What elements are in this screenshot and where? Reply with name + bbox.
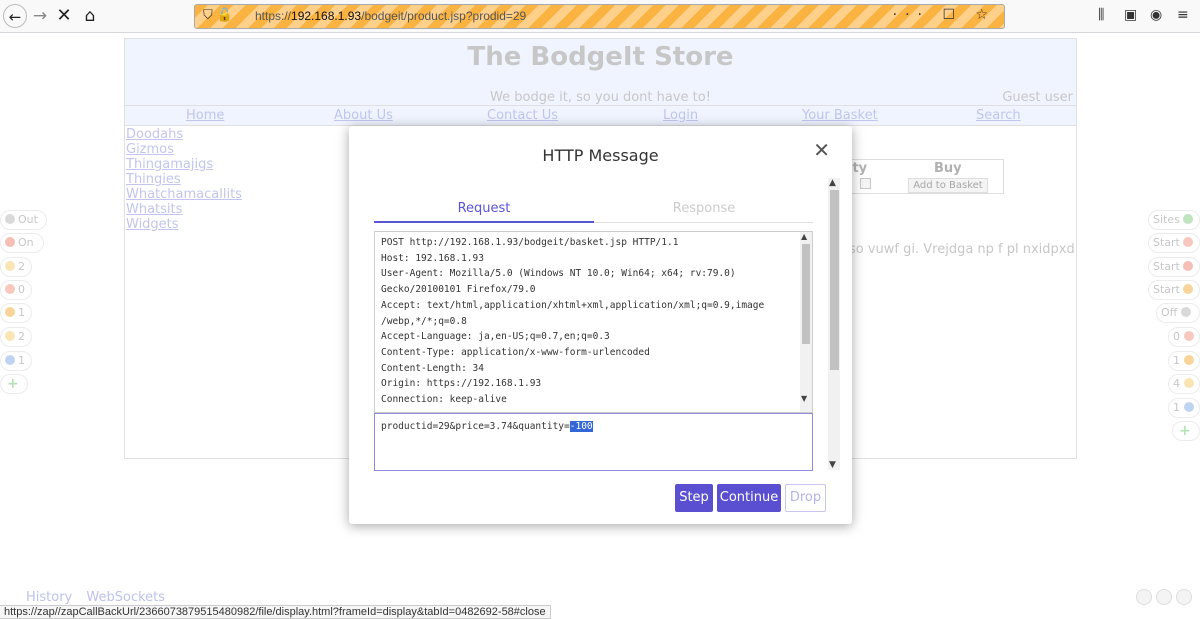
scroll-up-icon[interactable]: ▲ — [801, 232, 807, 241]
close-icon[interactable]: ✕ — [813, 138, 830, 162]
header-line: Accept-Language: ja,en-US;q=0.7,en;q=0.3 — [381, 331, 610, 343]
message-tabs: Request Response — [374, 201, 813, 223]
dialog-scrollbar[interactable]: ▲ ▼ — [828, 178, 840, 470]
request-body-textarea[interactable]: productid=29&price=3.74&quantity=-100 — [374, 413, 813, 471]
header-line: Content-Type: application/x-www-form-url… — [381, 346, 650, 358]
library-icon[interactable]: ⫼ — [1098, 7, 1104, 23]
forward-arrow-icon[interactable]: → — [28, 4, 52, 28]
header-line: User-Agent: Mozilla/5.0 (Windows NT 10.0… — [381, 268, 736, 280]
scroll-up-icon[interactable]: ▲ — [829, 178, 836, 188]
url-bar[interactable]: ⛉ 🔓 https://192.168.1.93/bodgeit/product… — [194, 4, 1005, 29]
http-message-dialog: HTTP Message ✕ Request Response POST htt… — [349, 126, 852, 524]
scroll-thumb[interactable] — [802, 244, 810, 344]
status-bar: https://zap//zapCallBackUrl/236607387951… — [0, 605, 551, 619]
security-icon: ⛉ 🔓 — [203, 8, 234, 23]
browser-toolbar: ← → ✕ ⌂ ⛉ 🔓 https://192.168.1.93/bodgeit… — [0, 0, 1200, 33]
drop-button[interactable]: Drop — [785, 484, 826, 512]
sidebar-icon[interactable]: ▣ — [1124, 7, 1137, 23]
continue-button[interactable]: Continue — [717, 484, 781, 512]
url-text[interactable]: https://192.168.1.93/bodgeit/product.jsp… — [255, 9, 526, 23]
step-button[interactable]: Step — [675, 484, 713, 512]
page-actions-icon[interactable]: ··· ☐ ☆ — [893, 7, 996, 23]
header-line: Gecko/20100101 Firefox/79.0 — [381, 284, 536, 296]
scroll-thumb[interactable] — [830, 190, 839, 370]
header-line: Host: 192.168.1.93 — [381, 252, 484, 264]
selected-text: -100 — [569, 421, 593, 432]
stop-icon[interactable]: ✕ — [52, 4, 76, 28]
menu-icon[interactable]: ≡ — [1177, 7, 1189, 23]
scroll-down-icon[interactable]: ▼ — [801, 394, 807, 403]
request-body-text: productid=29&price=3.74&quantity=-100 — [381, 421, 593, 432]
scroll-down-icon[interactable]: ▼ — [829, 460, 836, 470]
header-line: Accept: text/html,application/xhtml+xml,… — [381, 299, 765, 311]
header-line: /webp,*/*;q=0.8 — [381, 315, 467, 327]
header-line: POST http://192.168.1.93/bodgeit/basket.… — [381, 237, 679, 248]
request-headers-textarea[interactable]: POST http://192.168.1.93/bodgeit/basket.… — [374, 231, 813, 413]
header-line: Origin: https://192.168.1.93 — [381, 378, 542, 390]
home-icon[interactable]: ⌂ — [78, 4, 102, 28]
header-line: Content-Length: 34 — [381, 362, 484, 374]
dialog-title: HTTP Message — [542, 146, 659, 165]
headers-scrollbar[interactable]: ▲ ▼ — [800, 232, 812, 412]
request-headers-text: POST http://192.168.1.93/bodgeit/basket.… — [381, 235, 764, 408]
tab-response[interactable]: Response — [594, 201, 814, 223]
account-icon[interactable]: ◉ — [1150, 7, 1162, 23]
tab-request[interactable]: Request — [374, 201, 594, 223]
back-arrow-icon[interactable]: ← — [3, 4, 27, 28]
header-line: Connection: keep-alive — [381, 394, 507, 406]
